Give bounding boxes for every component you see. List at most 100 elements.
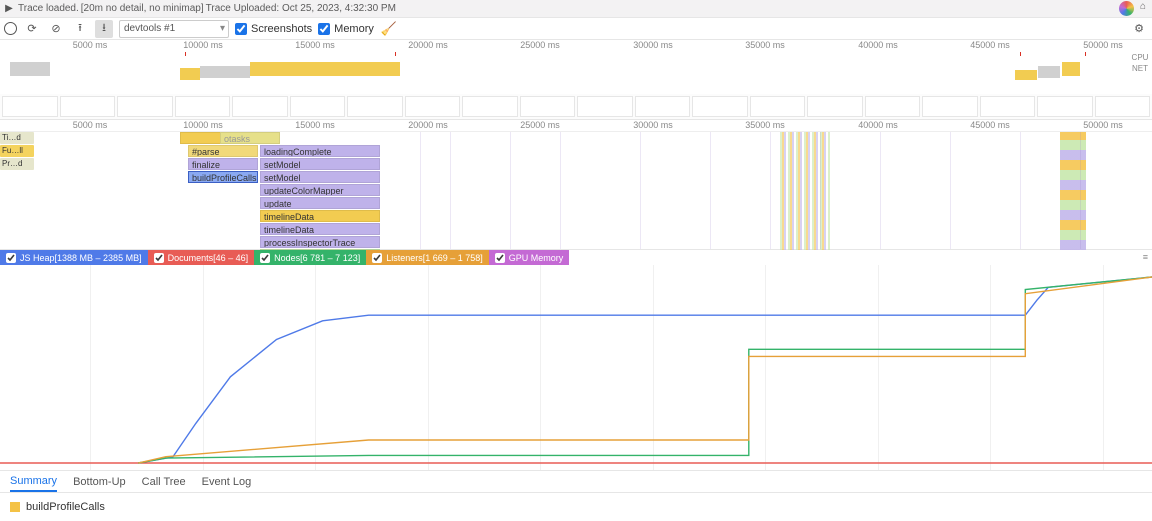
filmstrip-frame[interactable]: [2, 96, 58, 117]
flame-tick: [1020, 132, 1021, 249]
ruler-tick: 30000 ms: [633, 120, 673, 130]
overview-side-labels: CPU NET: [1128, 52, 1152, 74]
flame-entry[interactable]: timelineData: [260, 210, 380, 222]
flame-entry[interactable]: finalize: [188, 158, 258, 170]
filmstrip-frame[interactable]: [347, 96, 403, 117]
filmstrip-frame[interactable]: [520, 96, 576, 117]
filmstrip-frame[interactable]: [462, 96, 518, 117]
summary-color-swatch: [10, 502, 20, 512]
settings-icon[interactable]: ⚙: [1130, 20, 1148, 38]
flame-tick: [880, 132, 881, 249]
screenshots-checkbox[interactable]: Screenshots: [235, 23, 312, 35]
flame-entry[interactable]: setModel: [260, 158, 380, 170]
flame-entry[interactable]: timelineData: [260, 223, 380, 235]
flame-entry[interactable]: loadingComplete: [260, 145, 380, 157]
filmstrip-frame[interactable]: [980, 96, 1036, 117]
filmstrip-frame[interactable]: [175, 96, 231, 117]
counter-checkbox[interactable]: [260, 253, 270, 263]
flame-tick: [1080, 132, 1081, 249]
flame-tick: [640, 132, 641, 249]
filmstrip-frame[interactable]: [865, 96, 921, 117]
ruler-tick: 50000 ms: [1083, 120, 1123, 130]
ruler-tick: 5000 ms: [73, 120, 108, 130]
flame-entry[interactable]: otasks: [220, 132, 280, 144]
counter-checkbox[interactable]: [495, 253, 505, 263]
counter-checkbox[interactable]: [372, 253, 382, 263]
upload-button[interactable]: ⭱: [71, 20, 89, 38]
filmstrip-frame[interactable]: [1037, 96, 1093, 117]
reload-button[interactable]: ⟳: [23, 20, 41, 38]
counter-nodes[interactable]: Nodes[6 781 – 7 123]: [254, 250, 366, 265]
screenshots-checkbox-input[interactable]: [235, 23, 247, 35]
memory-chart[interactable]: [0, 265, 1152, 471]
ruler-tick: 20000 ms: [408, 120, 448, 130]
flame-track-pill[interactable]: Fu…ll: [0, 145, 34, 157]
flame-entry[interactable]: update: [260, 197, 380, 209]
tab-call-tree[interactable]: Call Tree: [142, 476, 186, 488]
overview-body[interactable]: [0, 52, 1152, 94]
filmstrip-frame[interactable]: [807, 96, 863, 117]
net-label: NET: [1128, 63, 1152, 74]
filmstrip-frame[interactable]: [117, 96, 173, 117]
flame-tick: [560, 132, 561, 249]
gc-button[interactable]: 🧹: [380, 20, 398, 38]
counter-label: Nodes[6 781 – 7 123]: [274, 253, 360, 263]
filmstrip-frame[interactable]: [750, 96, 806, 117]
filmstrip-frame[interactable]: [60, 96, 116, 117]
filmstrip-frame[interactable]: [692, 96, 748, 117]
trace-detail-text: [20m no detail, no minimap]: [81, 3, 204, 14]
counter-checkbox[interactable]: [6, 253, 16, 263]
filmstrip-frame[interactable]: [922, 96, 978, 117]
flame-track-pill[interactable]: Pr…d: [0, 158, 34, 170]
flame-entry[interactable]: setModel: [260, 171, 380, 183]
avatar-icon[interactable]: [1119, 1, 1134, 16]
ruler-tick: 40000 ms: [858, 40, 898, 50]
overview-ruler: 5000 ms10000 ms15000 ms20000 ms25000 ms3…: [0, 40, 1152, 52]
flame-chart[interactable]: 5000 ms10000 ms15000 ms20000 ms25000 ms3…: [0, 120, 1152, 250]
summary-panel: buildProfileCalls: [0, 493, 1152, 521]
overview-panel[interactable]: 5000 ms10000 ms15000 ms20000 ms25000 ms3…: [0, 40, 1152, 94]
flame-entry[interactable]: buildProfileCalls: [188, 171, 258, 183]
counter-checkbox[interactable]: [154, 253, 164, 263]
ruler-tick: 5000 ms: [73, 40, 108, 50]
screenshot-filmstrip[interactable]: [0, 94, 1152, 120]
ruler-tick: 15000 ms: [295, 120, 335, 130]
filmstrip-frame[interactable]: [405, 96, 461, 117]
memory-counters: JS Heap[1388 MB – 2385 MB] Documents[46 –…: [0, 250, 1152, 265]
flame-entry[interactable]: #parse: [188, 145, 258, 157]
record-button[interactable]: [4, 22, 17, 35]
tab-event-log[interactable]: Event Log: [202, 476, 252, 488]
memory-checkbox-input[interactable]: [318, 23, 330, 35]
counter-documents[interactable]: Documents[46 – 46]: [148, 250, 255, 265]
flame-track-pill[interactable]: Ti…d: [0, 132, 34, 144]
download-button[interactable]: ⭳: [95, 20, 113, 38]
hamburger-icon[interactable]: ≡: [1143, 252, 1148, 262]
flame-entry[interactable]: updateColorMapper: [260, 184, 380, 196]
clear-button[interactable]: ⊘: [47, 20, 65, 38]
ruler-tick: 45000 ms: [970, 40, 1010, 50]
filmstrip-frame[interactable]: [1095, 96, 1151, 117]
flame-tick: [450, 132, 451, 249]
counter-js-heap[interactable]: JS Heap[1388 MB – 2385 MB]: [0, 250, 148, 265]
home-icon[interactable]: ⌂: [1140, 1, 1146, 16]
series-js-heap-mb-: [138, 277, 1152, 463]
ruler-tick: 20000 ms: [408, 40, 448, 50]
context-select[interactable]: devtools #1 ▾: [119, 20, 229, 38]
counter-label: JS Heap[1388 MB – 2385 MB]: [20, 253, 142, 263]
memory-checkbox[interactable]: Memory: [318, 23, 374, 35]
filmstrip-frame[interactable]: [232, 96, 288, 117]
tab-bottom-up[interactable]: Bottom-Up: [73, 476, 126, 488]
tab-summary[interactable]: Summary: [10, 471, 57, 492]
filmstrip-frame[interactable]: [635, 96, 691, 117]
counter-gpu-memory[interactable]: GPU Memory: [489, 250, 570, 265]
info-bar: ▶ Trace loaded. [20m no detail, no minim…: [0, 0, 1152, 18]
filmstrip-frame[interactable]: [577, 96, 633, 117]
flame-tick: [710, 132, 711, 249]
filmstrip-frame[interactable]: [290, 96, 346, 117]
play-icon[interactable]: ▶: [0, 3, 18, 14]
series-listeners: [138, 277, 1152, 463]
ruler-tick: 15000 ms: [295, 40, 335, 50]
counter-listeners[interactable]: Listeners[1 669 – 1 758]: [366, 250, 489, 265]
flame-entry[interactable]: processInspectorTrace: [260, 236, 380, 248]
flame-tick: [510, 132, 511, 249]
